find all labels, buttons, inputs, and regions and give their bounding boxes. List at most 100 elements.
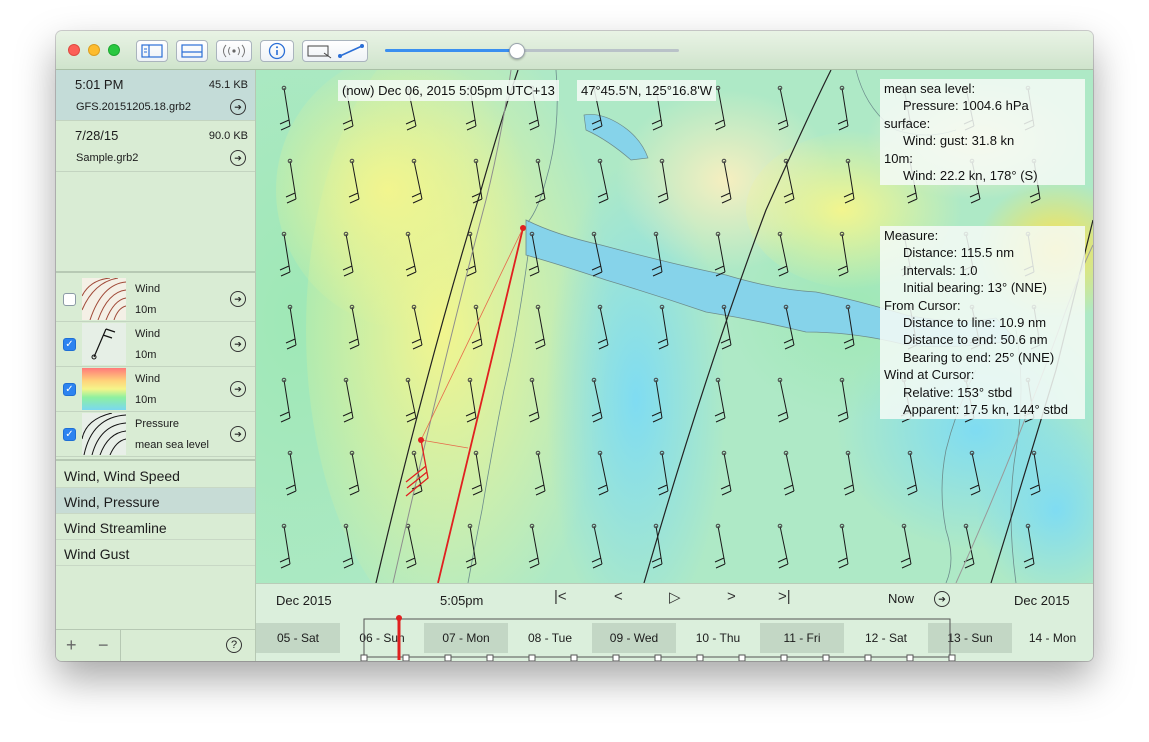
layer-wind-speed-colors[interactable]: ✓ Wind 10m ➔	[56, 367, 255, 412]
day-strip: 05 - Sat 06 - Sun 07 - Mon 08 - Tue 09 -…	[256, 623, 1093, 653]
broadcast-button[interactable]	[216, 40, 252, 62]
weather-map[interactable]: (now) Dec 06, 2015 5:05pm UTC+13 47°45.5…	[256, 70, 1093, 583]
file-open-arrow-icon[interactable]: ➔	[230, 99, 246, 115]
day-cell[interactable]: 06 - Sun	[340, 623, 424, 653]
file-name: GFS.20151205.18.grb2	[76, 101, 191, 113]
footer-divider	[120, 630, 121, 661]
preset-wind-speed[interactable]: Wind, Wind Speed	[56, 462, 255, 488]
layer-checkbox[interactable]: ✓	[63, 338, 76, 351]
zoom-window-button[interactable]	[108, 44, 120, 56]
readout-line: mean sea level:	[884, 81, 976, 96]
play-button[interactable]: ▷	[669, 588, 681, 606]
measure-line: Initial bearing: 13° (NNE)	[903, 280, 1047, 296]
layer-wind-barbs[interactable]: ✓ Wind 10m ➔	[56, 322, 255, 367]
file-size: 90.0 KB	[208, 130, 248, 142]
app-window: 5:01 PM 45.1 KB GFS.20151205.18.grb2 ➔ 7…	[56, 31, 1093, 661]
file-size: 45.1 KB	[208, 79, 248, 91]
preset-wind-streamline[interactable]: Wind Streamline	[56, 514, 255, 540]
measure-line: Wind at Cursor:	[884, 367, 975, 383]
first-frame-button[interactable]: |<	[554, 588, 567, 605]
layer-sublabel: 10m	[135, 394, 157, 406]
file-open-arrow-icon[interactable]: ➔	[230, 150, 246, 166]
forecast-step-mark	[780, 654, 788, 661]
layer-settings-arrow-icon[interactable]: ➔	[230, 336, 246, 352]
sidebar: 5:01 PM 45.1 KB GFS.20151205.18.grb2 ➔ 7…	[56, 70, 256, 661]
forecast-step-mark	[360, 654, 368, 661]
forecast-step-mark	[612, 654, 620, 661]
layer-pressure[interactable]: ✓ Pressure mean sea level ➔	[56, 412, 255, 457]
preset-wind-gust[interactable]: Wind Gust	[56, 540, 255, 566]
layer-label: Pressure	[135, 418, 180, 430]
readout-line: Wind: gust: 31.8 kn	[903, 133, 1015, 149]
layer-checkbox[interactable]: ✓	[63, 383, 76, 396]
day-cell[interactable]: 14 - Mon	[1012, 623, 1093, 653]
info-button[interactable]	[260, 40, 294, 62]
day-cell[interactable]: 09 - Wed	[592, 623, 676, 653]
go-to-now-arrow-icon[interactable]: ➔	[934, 591, 950, 607]
route-icon	[337, 44, 364, 58]
readout-line: Pressure: 1004.6 hPa	[903, 98, 1029, 114]
layer-label: Wind	[135, 328, 161, 340]
route-endpoint[interactable]	[520, 225, 526, 231]
sidebar-toggle-button[interactable]	[136, 40, 168, 62]
layer-settings-arrow-icon[interactable]: ➔	[230, 426, 246, 442]
forecast-step-mark	[906, 654, 914, 661]
wind-barb-thumbnail-icon	[82, 323, 126, 365]
file-item-sample[interactable]: 7/28/15 90.0 KB Sample.grb2 ➔	[56, 121, 255, 172]
forecast-step-mark	[444, 654, 452, 661]
map-time-label: (now) Dec 06, 2015 5:05pm UTC+13	[338, 80, 559, 101]
forecast-step-mark	[570, 654, 578, 661]
day-cell[interactable]: 13 - Sun	[928, 623, 1012, 653]
zoom-slider-knob[interactable]	[509, 43, 526, 59]
sidebar-divider	[56, 459, 255, 461]
next-frame-button[interactable]: >	[727, 588, 736, 605]
layer-checkbox[interactable]: ✓	[63, 428, 76, 441]
layer-settings-arrow-icon[interactable]: ➔	[230, 291, 246, 307]
forecast-step-mark	[864, 654, 872, 661]
antenna-icon	[223, 44, 245, 58]
add-button[interactable]: +	[66, 635, 77, 656]
file-time: 5:01 PM	[75, 77, 124, 92]
timeline-start-month: Dec 2015	[276, 593, 332, 608]
zoom-slider[interactable]	[385, 49, 679, 52]
forecast-step-mark	[696, 654, 704, 661]
timeline-current-time: 5:05pm	[440, 593, 484, 608]
minimize-window-button[interactable]	[88, 44, 100, 56]
sidebar-divider	[56, 271, 255, 273]
timeline-toggle-button[interactable]	[176, 40, 208, 62]
layer-settings-arrow-icon[interactable]: ➔	[230, 381, 246, 397]
file-item-gfs[interactable]: 5:01 PM 45.1 KB GFS.20151205.18.grb2 ➔	[56, 70, 255, 121]
layer-label: Wind	[135, 283, 161, 295]
forecast-step-marks	[360, 654, 956, 661]
zoom-slider-fill	[385, 49, 518, 52]
day-cell[interactable]: 05 - Sat	[256, 623, 340, 653]
measure-line: Apparent: 17.5 kn, 144° stbd	[903, 402, 1068, 418]
file-time: 7/28/15	[75, 128, 119, 143]
measure-line: Bearing to end: 25° (NNE)	[903, 349, 1055, 365]
isobar-thumbnail-icon	[82, 413, 126, 455]
last-frame-button[interactable]: >|	[778, 588, 791, 605]
timeline-cursor-head[interactable]	[396, 615, 402, 621]
previous-frame-button[interactable]: <	[614, 588, 623, 605]
day-cell[interactable]: 07 - Mon	[424, 623, 508, 653]
panel-icon	[181, 44, 203, 58]
remove-button[interactable]: −	[98, 635, 109, 656]
readout-line: surface:	[884, 115, 931, 131]
info-icon	[268, 42, 286, 60]
help-button[interactable]: ?	[226, 637, 242, 653]
route-tool-button[interactable]	[302, 40, 368, 62]
layer-wind-streamline[interactable]: Wind 10m ➔	[56, 277, 255, 322]
day-cell[interactable]: 10 - Thu	[676, 623, 760, 653]
measure-line: Distance: 115.5 nm	[903, 245, 1015, 261]
now-button[interactable]: Now	[888, 591, 914, 606]
day-cell[interactable]: 08 - Tue	[508, 623, 592, 653]
close-window-button[interactable]	[68, 44, 80, 56]
forecast-step-mark	[654, 654, 662, 661]
day-cell[interactable]: 11 - Fri	[760, 623, 844, 653]
measure-line: Intervals: 1.0	[903, 262, 978, 278]
preset-wind-pressure[interactable]: Wind, Pressure	[56, 488, 255, 514]
forecast-step-mark	[822, 654, 830, 661]
layer-checkbox[interactable]	[63, 293, 76, 306]
day-cell[interactable]: 12 - Sat	[844, 623, 928, 653]
readout-line: 10m:	[884, 150, 913, 166]
